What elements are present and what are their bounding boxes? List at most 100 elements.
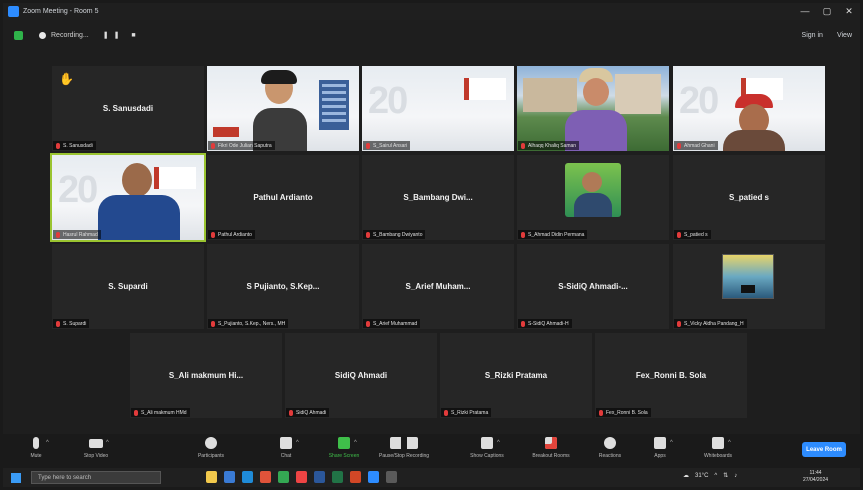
clock-time: 11:44 <box>809 470 822 476</box>
powerpoint-icon[interactable] <box>350 471 361 483</box>
participant-name: S. Sanusdadi <box>102 104 154 113</box>
minimize-button[interactable]: — <box>794 6 816 17</box>
muted-mic-icon <box>211 142 215 149</box>
taskbar-clock[interactable]: 11:44 27/04/2024 <box>803 470 828 484</box>
participant-video-tile[interactable]: 20 S_Sairul Ansari <box>362 66 514 151</box>
participant-label: S. Supardi <box>53 319 90 328</box>
participant-name: S_patied s <box>728 193 769 202</box>
reactions-button[interactable]: Reactions <box>585 437 635 459</box>
participant-tile[interactable]: S_Arief Muham... S_Arief Muhammad <box>362 244 514 329</box>
muted-mic-icon <box>211 320 215 327</box>
muted-mic-icon <box>211 231 215 238</box>
participant-tile[interactable]: S_Vicky Aldha Pandang_H <box>673 244 825 329</box>
view-button[interactable]: View <box>837 32 852 39</box>
signin-link[interactable]: Sign in <box>802 32 823 39</box>
muted-mic-icon <box>444 409 448 416</box>
muted-mic-icon <box>134 409 138 416</box>
muted-mic-icon <box>56 231 60 238</box>
participant-tile[interactable]: S Pujianto, S.Kep... S_Pujianto, S.Kep.,… <box>207 244 359 329</box>
pause-stop-recording-button[interactable]: Pause/Stop Recording <box>379 437 429 459</box>
whiteboards-button[interactable]: ^ Whiteboards <box>693 437 743 459</box>
chevron-up-icon[interactable]: ^ <box>714 473 717 479</box>
app-icon[interactable] <box>386 471 397 483</box>
edge-icon[interactable] <box>242 471 253 483</box>
close-button[interactable]: ✕ <box>838 6 860 17</box>
chevron-up-icon[interactable]: ^ <box>46 440 49 446</box>
participant-label: S_Ahmad Didin Permana <box>518 230 588 239</box>
participant-tile[interactable]: S_patied s S_patied s <box>673 155 825 240</box>
chevron-up-icon[interactable]: ^ <box>106 440 109 446</box>
clock-date: 27/04/2024 <box>803 477 829 483</box>
leave-room-button[interactable]: Leave Room <box>802 442 846 457</box>
participant-video-tile[interactable]: 20 Ahmad Ghani <box>673 66 825 151</box>
participant-tile[interactable]: Pathul Ardianto Pathul Ardianto <box>207 155 359 240</box>
taskbar-search-input[interactable]: Type here to search <box>31 471 161 484</box>
muted-mic-icon <box>289 409 293 416</box>
maximize-button[interactable]: ▢ <box>816 6 838 17</box>
participant-name: Fex_Ronni B. Sola <box>635 371 707 380</box>
participant-tile[interactable]: S_Ahmad Didin Permana <box>517 155 669 240</box>
meeting-toolbar: ^ Mute ^ Stop Video Participants ^ Chat … <box>3 434 860 468</box>
muted-mic-icon <box>56 320 60 327</box>
share-screen-button[interactable]: ^ Share Screen <box>319 437 369 459</box>
participant-name: S. Supardi <box>108 282 148 291</box>
excel-icon[interactable] <box>332 471 343 483</box>
participant-video-tile-active-speaker[interactable]: 20 Hasrul Rahmad <box>50 153 206 242</box>
word-icon[interactable] <box>314 471 325 483</box>
participant-video-tile[interactable]: Fikri Ode Julian Saputra <box>207 66 359 151</box>
breakout-rooms-icon <box>545 437 557 449</box>
chevron-up-icon[interactable]: ^ <box>497 440 500 446</box>
participant-tile[interactable]: S_Rizki Pratama S_Rizki Pratama <box>440 333 592 418</box>
stop-video-button[interactable]: ^ Stop Video <box>71 437 121 459</box>
participant-name: S_Arief Muham... <box>405 282 471 291</box>
zoom-icon[interactable] <box>368 471 379 483</box>
apps-button[interactable]: ^ Apps <box>635 437 685 459</box>
participant-tile[interactable]: ✋ S. Sanusdadi S. Sanusdadi <box>52 66 204 151</box>
participant-label: SidiQ Ahmadi <box>286 408 330 417</box>
volume-icon[interactable]: ♪ <box>734 473 737 479</box>
pause-stop-icon <box>390 437 418 449</box>
breakout-rooms-button[interactable]: Breakout Rooms <box>526 437 576 459</box>
folder-icon[interactable] <box>206 471 217 483</box>
muted-mic-icon <box>677 320 681 327</box>
show-captions-button[interactable]: ^ Show Captions <box>462 437 512 459</box>
chrome-icon[interactable] <box>260 471 271 483</box>
security-shield-icon[interactable] <box>14 30 23 40</box>
muted-mic-icon <box>366 320 370 327</box>
recording-controls[interactable]: ❚❚ ■ <box>103 31 141 39</box>
weather-icon[interactable]: ☁ <box>683 472 689 479</box>
participants-button[interactable]: Participants <box>186 437 236 459</box>
store-icon[interactable] <box>224 471 235 483</box>
participant-video-tile[interactable]: Alhaqq Khaliq Saman <box>517 66 669 151</box>
recording-label: Recording... <box>51 31 89 39</box>
chat-bubble-icon <box>280 437 292 449</box>
chevron-up-icon[interactable]: ^ <box>354 440 357 446</box>
participant-label: S_Pujianto, S.Kep., Ners., MH <box>208 319 289 328</box>
participant-tile[interactable]: S-SidiQ Ahmadi-... S-SidiQ Ahmadi-H <box>517 244 669 329</box>
profile-picture <box>722 254 774 299</box>
participant-name: S-SidiQ Ahmadi-... <box>558 282 628 291</box>
chevron-up-icon[interactable]: ^ <box>728 440 731 446</box>
participant-tile[interactable]: S_Ali makmum Hi... S_Ali makmum HMd <box>130 333 282 418</box>
participant-tile[interactable]: SidiQ Ahmadi SidiQ Ahmadi <box>285 333 437 418</box>
weather-temp: 31°C <box>695 472 709 479</box>
chevron-up-icon[interactable]: ^ <box>670 440 673 446</box>
participant-tile[interactable]: Fex_Ronni B. Sola Fex_Ronni B. Sola <box>595 333 747 418</box>
participant-tile[interactable]: S_Bambang Dwi... S_Bambang Dwiyanto <box>362 155 514 240</box>
participant-name: S Pujianto, S.Kep... <box>246 282 320 291</box>
app-icon[interactable] <box>278 471 289 483</box>
network-icon[interactable]: ⇅ <box>723 472 728 479</box>
participant-label: S-SidiQ Ahmadi-H <box>518 319 572 328</box>
windows-start-icon[interactable] <box>11 472 21 483</box>
system-tray: ☁ 31°C ^ ⇅ ♪ <box>683 472 737 480</box>
muted-mic-icon <box>677 231 681 238</box>
mute-button[interactable]: ^ Mute <box>11 437 61 459</box>
windows-taskbar: Type here to search ☁ 31°C ^ ⇅ ♪ 11:44 2… <box>3 468 860 487</box>
chevron-up-icon[interactable]: ^ <box>296 440 299 446</box>
participant-tile[interactable]: S. Supardi S. Supardi <box>52 244 204 329</box>
app-icon[interactable] <box>296 471 307 483</box>
video-feed: 20 <box>52 155 204 240</box>
video-feed: 20 <box>362 66 514 151</box>
participant-label: Hasrul Rahmad <box>53 230 101 239</box>
chat-button[interactable]: ^ Chat <box>261 437 311 459</box>
